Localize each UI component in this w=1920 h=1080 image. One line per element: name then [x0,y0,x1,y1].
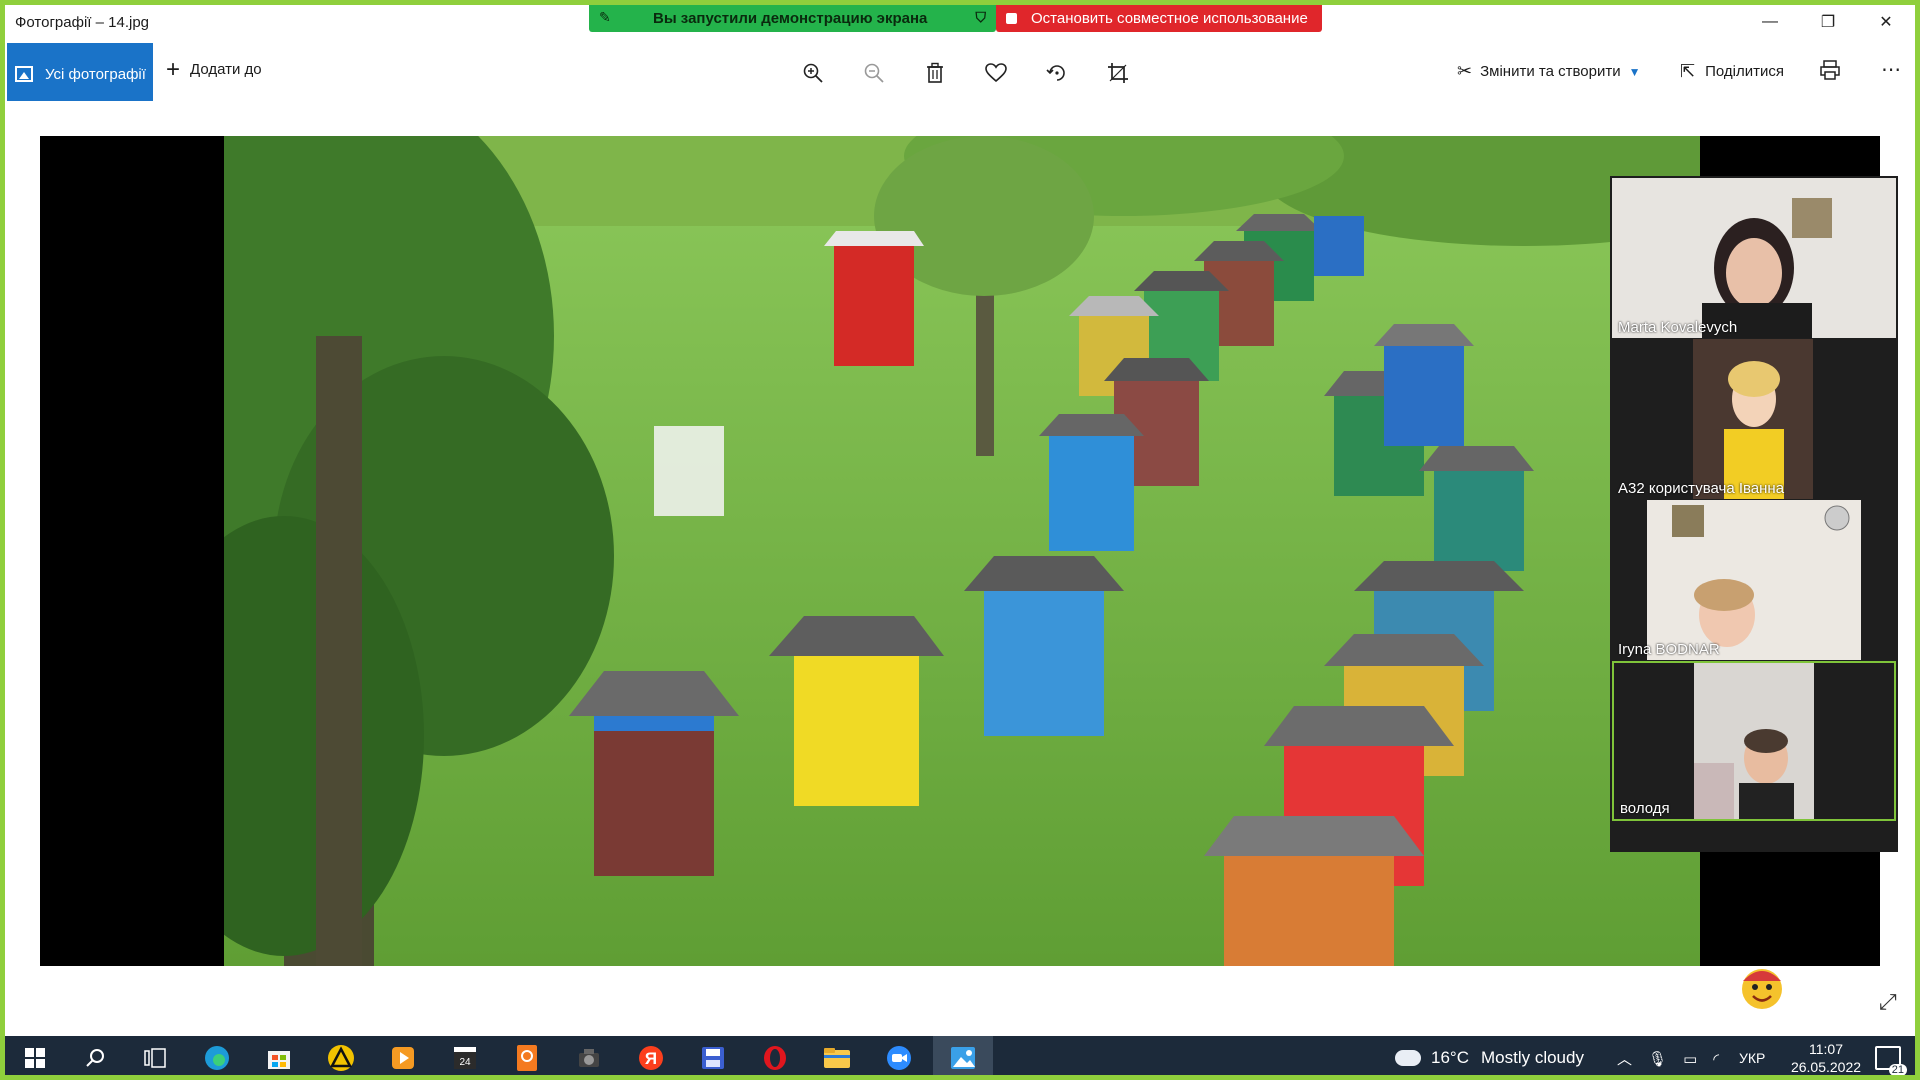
add-to-label: Додати до [190,61,262,78]
edit-create-label: Змінити та створити [1480,63,1621,80]
all-photos-button[interactable]: Усі фотографії [7,43,153,105]
zoom-out-button[interactable] [860,59,888,87]
stop-icon [1006,13,1017,24]
stop-sharing-button[interactable]: Остановить совместное использование [996,5,1322,32]
screen-frame: Фотографії – 14.jpg — ❐ ✕ ✎ Вы запустили… [0,0,1920,1080]
participant-video [1694,663,1814,819]
picture-icon [15,66,33,82]
system-tray: ︿ 🎙 ▭ ◜ [1617,1048,1719,1069]
rotate-icon [1046,65,1065,81]
yandex-icon[interactable]: Я [635,1043,667,1073]
window-controls: — ❐ ✕ [1741,5,1915,39]
start-icon[interactable] [19,1043,51,1073]
chevron-down-icon: ▼ [1628,64,1641,79]
svg-text:24: 24 [459,1057,471,1068]
all-photos-label: Усі фотографії [45,65,146,83]
media-player-icon[interactable] [387,1043,419,1073]
participant-name: А32 користувача Іванна [1618,480,1785,497]
video-participants-panel: Marta Kovalevych А32 користувача Іванна [1610,176,1898,852]
participant-video [1693,339,1813,499]
store-icon[interactable] [263,1043,295,1073]
share-button[interactable]: ⇱ Поділитися [1680,61,1784,82]
clock-date: 26.05.2022 [1790,1059,1862,1075]
share-icon: ⇱ [1680,61,1696,81]
restore-button[interactable]: ❐ [1799,5,1857,39]
notification-count: 21 [1888,1064,1907,1075]
shield-icon: ⛉ [975,9,987,25]
plus-icon: + [166,55,181,83]
participant-video [1612,178,1896,338]
rotate-button[interactable] [1043,59,1071,87]
weather-widget[interactable]: 16°C Mostly cloudy [1391,1044,1584,1068]
edit-icon: ✂ [1457,61,1473,81]
stop-sharing-label: Остановить совместное использование [1031,10,1308,27]
participant-name: Marta Kovalevych [1618,319,1738,336]
window-title: Фотографії – 14.jpg [15,14,150,31]
print-button[interactable] [1819,59,1841,87]
microphone-icon[interactable]: 🎙 [1648,1050,1667,1068]
video-editor-icon[interactable]: 24 [449,1043,481,1073]
more-options-icon[interactable]: ⋯ [1881,57,1902,82]
screen-share-status-banner[interactable]: ✎ Вы запустили демонстрацию экрана ⛉ [589,5,996,32]
save-icon[interactable] [697,1043,729,1073]
edge-icon[interactable] [201,1043,233,1073]
clock-time: 11:07 [1809,1041,1843,1057]
delete-icon [927,62,943,83]
opera-icon[interactable] [759,1043,791,1073]
close-button[interactable]: ✕ [1857,5,1915,39]
participant-tile[interactable]: А32 користувача Іванна [1612,339,1896,499]
edit-create-button[interactable]: ✂ Змінити та створити ▼ [1457,61,1640,82]
apiary-photo [224,136,1700,966]
smiley-emoji-icon [1742,969,1782,1009]
print-icon [1820,60,1840,80]
heart-icon [985,63,1007,83]
language-indicator[interactable]: УКР [1739,1050,1765,1066]
explorer-icon[interactable] [821,1043,853,1073]
photo-viewer: Marta Kovalevych А32 користувача Іванна [5,101,1915,1036]
zoom-in-button[interactable] [799,59,827,87]
notifications-icon[interactable]: 21 [1875,1046,1907,1075]
svg-text:Я: Я [645,1049,657,1068]
crop-icon [1108,63,1128,83]
participant-name: володя [1620,800,1670,817]
add-to-button[interactable]: + Додати до [166,55,262,83]
clock[interactable]: 11:07 26.05.2022 [1781,1040,1871,1075]
participant-tile[interactable]: Iryna BODNAR [1612,500,1896,660]
weather-temperature: 16°C [1431,1048,1469,1067]
task-view-icon[interactable] [139,1043,171,1073]
share-label: Поділитися [1705,63,1784,80]
search-icon[interactable] [79,1043,111,1073]
battery-icon[interactable]: ▭ [1683,1050,1697,1068]
weather-description: Mostly cloudy [1480,1048,1584,1067]
participant-tile-active[interactable]: володя [1612,661,1896,821]
chevron-up-icon[interactable]: ︿ [1617,1048,1632,1069]
crop-button[interactable] [1104,59,1132,87]
photo-image[interactable] [224,136,1700,966]
photos-toolbar: Усі фотографії + Додати до ✂ Змінити та … [5,39,1915,105]
cloud-icon [1391,1044,1421,1066]
zoom-out-icon [864,63,884,83]
pdf-icon[interactable] [511,1043,543,1073]
pin-icon: ✎ [599,9,611,25]
favorite-button[interactable] [982,59,1010,87]
participant-tile[interactable]: Marta Kovalevych [1612,178,1896,338]
camera-icon[interactable] [573,1043,605,1073]
delete-button[interactable] [921,59,949,87]
taskbar: 24 Я 16°C Mostly cloudy ︿ 🎙 ▭ ◜ УКР 11:0… [5,1036,1915,1075]
archicad-icon[interactable] [325,1043,357,1073]
zoom-in-icon [803,63,823,83]
participant-name: Iryna BODNAR [1618,641,1720,658]
zoom-icon[interactable] [883,1043,915,1073]
expand-icon[interactable]: ⤢ [1879,989,1897,1015]
photos-icon[interactable] [947,1043,979,1073]
participant-video [1647,500,1861,660]
minimize-button[interactable]: — [1741,5,1799,39]
wifi-icon[interactable]: ◜ [1713,1050,1719,1068]
screen-share-status-text: Вы запустили демонстрацию экрана [653,10,928,27]
